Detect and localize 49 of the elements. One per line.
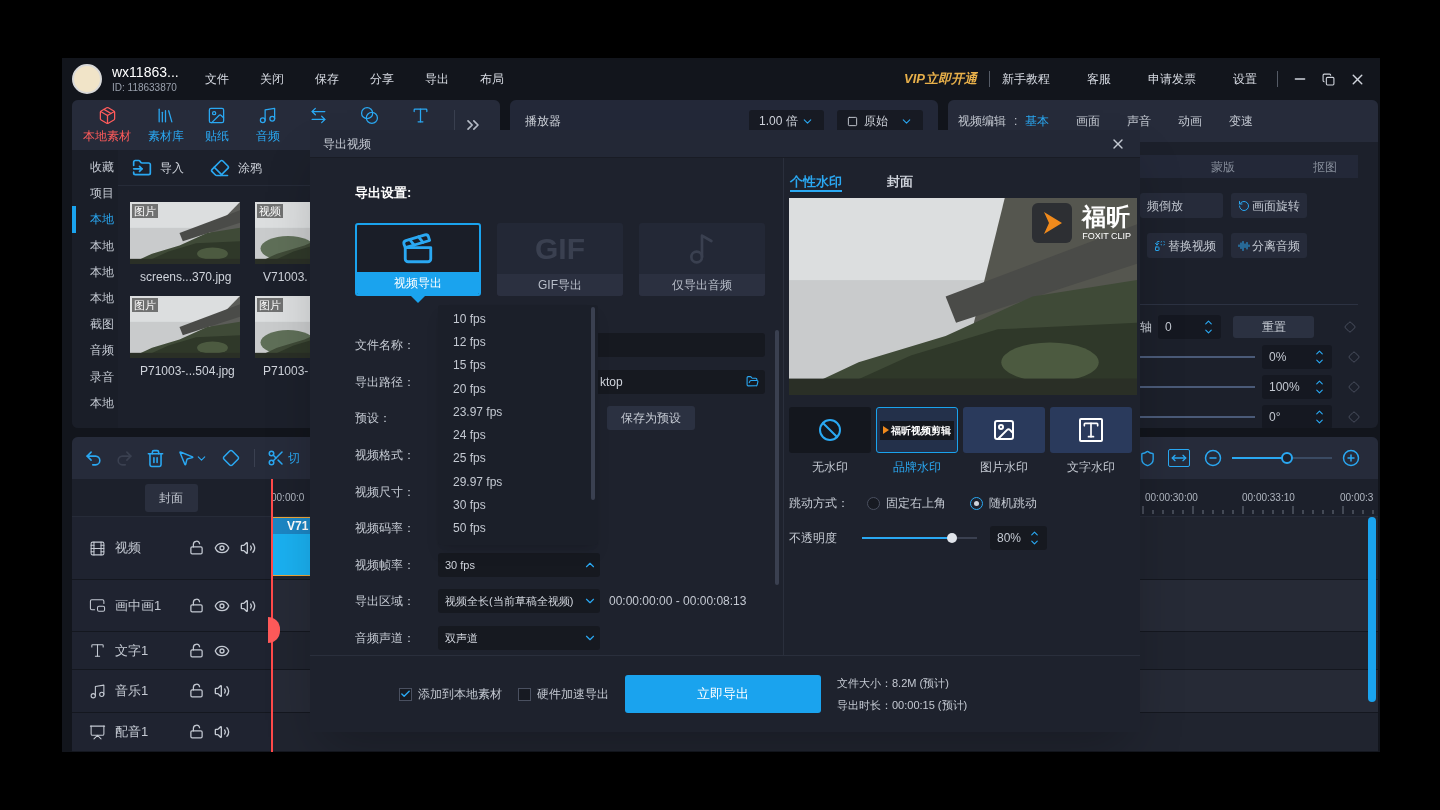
field-label: 音频声道： (355, 630, 416, 648)
watermark-label: 无水印 (812, 459, 848, 476)
field-label: 文件名称： (355, 337, 416, 355)
section-title: 导出设置: (355, 185, 412, 200)
ruler-time: 00:00:33:10 (1242, 491, 1295, 505)
axis-label: 轴 (1140, 319, 1152, 336)
field-label: 预设： (355, 410, 392, 428)
field-label: 视频尺寸： (355, 483, 416, 501)
time-range: 00:00:00:00 - 00:00:08:13 (609, 593, 747, 611)
media-type-badge: 视频 (257, 204, 283, 218)
field-label: 跳动方式： (789, 495, 850, 512)
field-label: 导出区域： (355, 593, 416, 611)
track-name: 文字1 (115, 641, 150, 660)
file-name: P71003- (262, 363, 310, 380)
media-type-badge: 图片 (132, 298, 158, 312)
track-name: 视频 (115, 539, 142, 558)
field-label: 不透明度 (789, 530, 838, 547)
checkbox-label: 硬件加速导出 (537, 686, 609, 703)
logo-text: 福昕 (1082, 205, 1131, 229)
track-name: 配音1 (115, 723, 150, 742)
file-name: V71003. (262, 269, 309, 286)
brand-text: 福昕视频剪辑 (891, 423, 951, 438)
export-info: 导出时长：00:00:15 (预计) (837, 698, 968, 713)
panel-title: 视频编辑 (958, 113, 1006, 130)
track-name: 画中画1 (115, 596, 163, 615)
user-name: wx11863... (112, 64, 179, 82)
radio-label: 固定右上角 (886, 495, 946, 512)
media-type-badge: 图片 (257, 298, 283, 312)
separator: : (1014, 113, 1018, 130)
user-id: ID: 118633870 (112, 81, 178, 94)
ruler-time: 00:00:3 (1340, 491, 1374, 505)
field-label: 视频码率： (355, 520, 416, 538)
dialog-title: 导出视频 (323, 135, 371, 153)
file-name: P71003-...504.jpg (139, 363, 236, 380)
ruler-time: 00:00:30:00 (1145, 491, 1198, 505)
checkbox-label: 添加到本地素材 (418, 686, 502, 703)
export-info: 文件大小：8.2M (预计) (837, 675, 950, 691)
field-label: 视频帧率： (355, 556, 416, 574)
panel-title: 播放器 (525, 113, 561, 130)
logo-subtext: FOXIT CLIP (1082, 232, 1131, 241)
field-label: 导出路径： (355, 373, 416, 391)
watermark-label: 图片水印 (980, 459, 1028, 476)
file-name: screens...370.jpg (139, 269, 233, 286)
track-name: 音乐1 (115, 682, 150, 701)
radio-label: 随机跳动 (989, 495, 1037, 512)
watermark-label: 文字水印 (1067, 459, 1115, 476)
media-type-badge: 图片 (132, 204, 158, 218)
field-label: 视频格式： (355, 447, 416, 465)
watermark-label: 品牌水印 (893, 459, 941, 476)
